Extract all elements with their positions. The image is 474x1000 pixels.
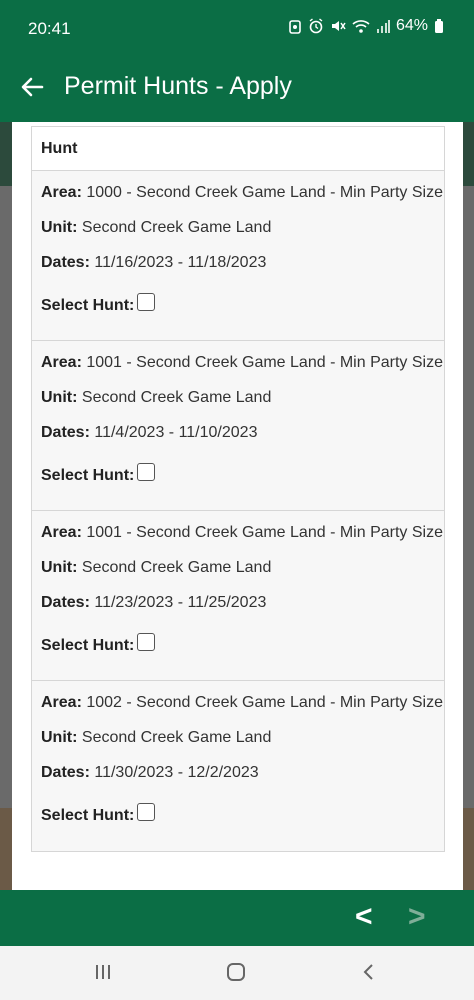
unit-value: Second Creek Game Land [81,729,272,746]
wifi-icon [352,18,370,34]
area-value: 1002 - Second Creek Game Land - Min Part… [86,694,444,711]
dates-value: 11/30/2023 - 12/2/2023 [94,764,259,781]
select-hunt-label: Select Hunt: [41,297,135,314]
arrow-left-icon[interactable] [18,72,48,102]
unit-value: Second Creek Game Land [81,559,272,576]
dates-label: Dates: [41,254,90,271]
select-hunt-label: Select Hunt: [41,467,135,484]
system-navigation-bar [0,946,474,1000]
alarm-clock-icon [308,18,324,34]
unit-value: Second Creek Game Land [81,219,272,236]
status-time: 20:41 [28,19,71,38]
page-title: Permit Hunts - Apply [64,72,292,100]
battery-icon [434,18,444,34]
area-label: Area: [41,524,82,541]
hunt-selection-dialog: Hunt Area: 1000 - Second Creek Game Land… [12,122,463,890]
status-icons: 64% [288,17,444,35]
area-value: 1000 - Second Creek Game Land - Min Part… [86,184,444,201]
unit-label: Unit: [41,219,78,236]
back-icon[interactable] [360,962,378,982]
area-label: Area: [41,354,82,371]
battery-label: 64% [395,17,428,34]
unit-label: Unit: [41,729,78,746]
select-hunt-label: Select Hunt: [41,807,135,824]
dates-value: 11/23/2023 - 11/25/2023 [94,594,267,611]
table-row: Area: 1000 - Second Creek Game Land - Mi… [32,171,444,341]
dates-value: 11/4/2023 - 11/10/2023 [94,424,258,441]
unit-label: Unit: [41,559,78,576]
dates-value: 11/16/2023 - 11/18/2023 [94,254,267,271]
app-bar: Permit Hunts - Apply [0,60,474,122]
table-row: Area: 1002 - Second Creek Game Land - Mi… [32,681,444,851]
alarm-icon [288,18,302,34]
area-value: 1001 - Second Creek Game Land - Min Part… [86,524,444,541]
select-hunt-checkbox[interactable] [137,803,156,821]
previous-page-button[interactable]: < [355,900,373,934]
home-icon[interactable] [225,962,247,982]
select-hunt-checkbox[interactable] [137,633,156,651]
table-row: Area: 1001 - Second Creek Game Land - Mi… [32,511,444,681]
hunt-table: Hunt Area: 1000 - Second Creek Game Land… [31,126,445,852]
select-hunt-checkbox[interactable] [137,293,156,311]
next-page-button[interactable]: > [408,900,426,934]
pager-bar: < > [0,890,474,946]
area-value: 1001 - Second Creek Game Land - Min Part… [86,354,444,371]
dates-label: Dates: [41,424,90,441]
table-header: Hunt [32,127,444,171]
select-hunt-checkbox[interactable] [137,463,156,481]
recent-apps-icon[interactable] [93,962,113,982]
unit-label: Unit: [41,389,78,406]
dates-label: Dates: [41,594,90,611]
signal-icon [376,18,390,34]
area-label: Area: [41,184,82,201]
dates-label: Dates: [41,764,90,781]
select-hunt-label: Select Hunt: [41,637,135,654]
area-label: Area: [41,694,82,711]
mute-icon [330,18,346,34]
unit-value: Second Creek Game Land [81,389,272,406]
status-bar: 20:41 64% [0,0,474,60]
table-row: Area: 1001 - Second Creek Game Land - Mi… [32,341,444,511]
